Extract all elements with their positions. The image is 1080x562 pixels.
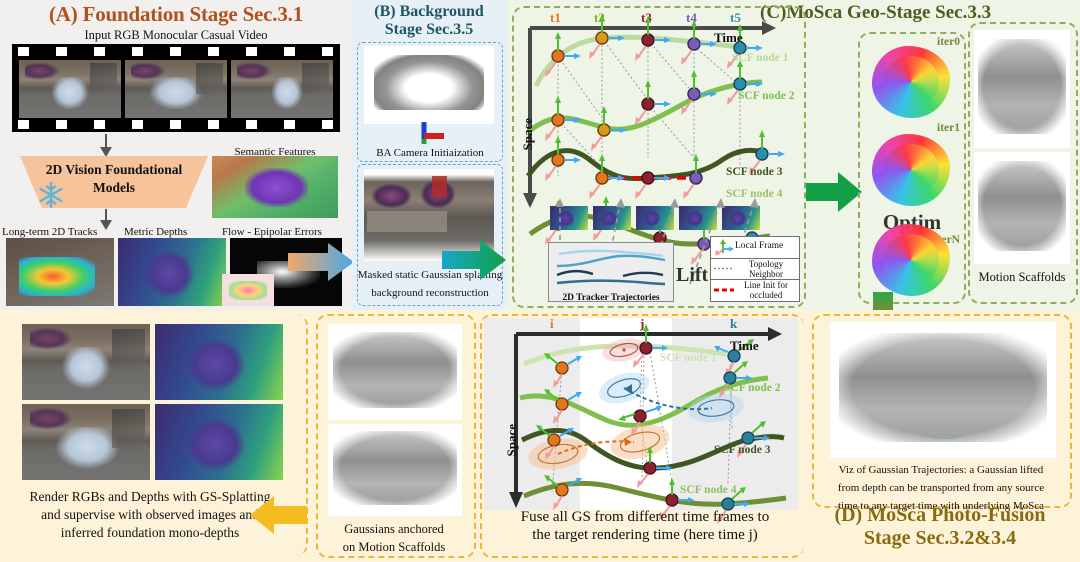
- dotted-line-icon: [714, 267, 734, 270]
- legend-label-topology: Topology: [748, 259, 784, 269]
- flow-small-thumb: [222, 274, 274, 306]
- tracker-box-label: 2D Tracker Trajectories: [562, 293, 660, 303]
- gaussians-anchored-thumb-1: [328, 324, 462, 420]
- legend-label-line-init: Line Init for: [744, 280, 788, 290]
- panel-geo-stage: (C)MoSca Geo-Stage Sec.3.3 t1 t2 t3 t4 t…: [506, 0, 1080, 310]
- foundational-models-block: 2D Vision Foundational Models: [20, 156, 208, 209]
- gaussians-anchored-group: Gaussians anchored on Motion Scaffolds: [316, 314, 476, 558]
- motion-scaffolds-thumb-top: [974, 30, 1070, 148]
- fuse-caption: Fuse all GS from different time frames t…: [520, 509, 770, 543]
- ba-point-cloud-thumb: [364, 46, 494, 124]
- legend-label-local-frame: Local Frame: [735, 241, 784, 251]
- panel-b-title: (B) Background Stage Sec.3.5: [374, 3, 484, 38]
- fuse-scf-node-label-1: SCF node 1: [660, 352, 717, 364]
- tracker-trajectories-box: 2D Tracker Trajectories: [548, 242, 674, 303]
- scaffold-itern-thumb: [872, 224, 950, 296]
- panel-d-viz-group: Viz of Gaussian Trajectories: a Gaussian…: [812, 314, 1072, 512]
- fuse-axis-label-space: Space: [504, 424, 519, 457]
- semantic-features-thumb: [212, 156, 338, 218]
- video-frame-2: [125, 60, 227, 118]
- panel-a-input-caption: Input RGB Monocular Casual Video: [84, 28, 268, 42]
- models-label-1: 2D Vision Foundational: [45, 162, 183, 177]
- panel-a-title: (A) Foundation Stage Sec.3.1: [49, 2, 303, 26]
- video-frame-1: [19, 60, 121, 118]
- output-label-depths: Metric Depths: [124, 226, 188, 238]
- arrow-foundation-to-background: [288, 243, 354, 281]
- render-depth-thumb-1: [155, 324, 283, 400]
- output-label-epipolar: Flow - Epipolar Errors: [222, 226, 322, 238]
- iteration-label-1: iter1: [937, 122, 960, 134]
- video-frame-3: [231, 60, 333, 118]
- lift-label: Lift: [676, 264, 709, 286]
- gaussians-anchored-caption: Gaussians anchored on Motion Scaffolds: [342, 522, 446, 554]
- arrow-background-to-geo: [442, 240, 506, 280]
- fuse-scf-node-label-2: SCF node 2: [724, 382, 781, 394]
- output-label-tracks: Long-term 2D Tracks: [2, 226, 98, 238]
- metric-depths-thumb: [118, 238, 226, 306]
- panel-d-title: (D) MoSca Photo-Fusion Stage Sec.3.2&3.4: [834, 504, 1046, 549]
- arrow-fuse-to-render: [250, 496, 307, 534]
- local-frame-axes-icon: [715, 239, 734, 256]
- masked-static-group: Masked static Gaussian splatting backgro…: [357, 164, 503, 306]
- scaffold-iter1-thumb: [872, 134, 950, 206]
- motion-scaffolds-group: Motion Scaffolds: [968, 22, 1078, 304]
- arrow-down-to-models: [100, 134, 112, 157]
- fuse-scf-node-label-3: SCF node 3: [714, 444, 771, 456]
- motion-scaffolds-thumb-bottom: [974, 152, 1070, 264]
- render-rgb-thumb-2: [22, 404, 150, 480]
- long-term-tracks-thumb: [6, 238, 114, 306]
- iteration-label-0: iter0: [937, 36, 960, 48]
- optimization-iterations-group: iter0 iter1 Optim iterN: [858, 32, 966, 304]
- legend-label-occluded: occluded: [749, 290, 783, 300]
- legend-box: Local Frame Topology Neighbor Line Init …: [710, 236, 800, 302]
- gaussian-trajectories-thumb: [830, 322, 1056, 458]
- input-video-filmstrip: [12, 44, 340, 132]
- ba-camera-group: BA Camera Initiaization: [357, 42, 503, 162]
- fuse-axis-label-time: Time: [730, 338, 759, 353]
- render-depth-thumb-2: [155, 404, 283, 480]
- red-dashed-line-icon: [714, 288, 734, 292]
- ba-caption: BA Camera Initiaization: [376, 147, 484, 159]
- snowflake-icon: [39, 181, 63, 209]
- render-rgb-thumb-1: [22, 324, 150, 400]
- motion-scaffolds-caption: Motion Scaffolds: [978, 270, 1066, 284]
- panel-photo-fusion-band: Render RGBs and Depths with GS-Splatting…: [0, 310, 1080, 562]
- camera-axes-icon: [421, 122, 444, 144]
- fuse-scf-node-label-4: SCF node 4: [680, 484, 737, 496]
- scaffold-iter0-thumb: [872, 46, 950, 118]
- models-label-2: Models: [93, 180, 135, 195]
- legend-label-neighbor: Neighbor: [749, 269, 783, 279]
- gaussians-anchored-thumb-2: [328, 424, 462, 516]
- arrow-optim: [806, 172, 862, 212]
- scf-spacetime-group: t1 t2 t3 t4 t5 Time Space SCF node 1 SCF…: [512, 6, 806, 308]
